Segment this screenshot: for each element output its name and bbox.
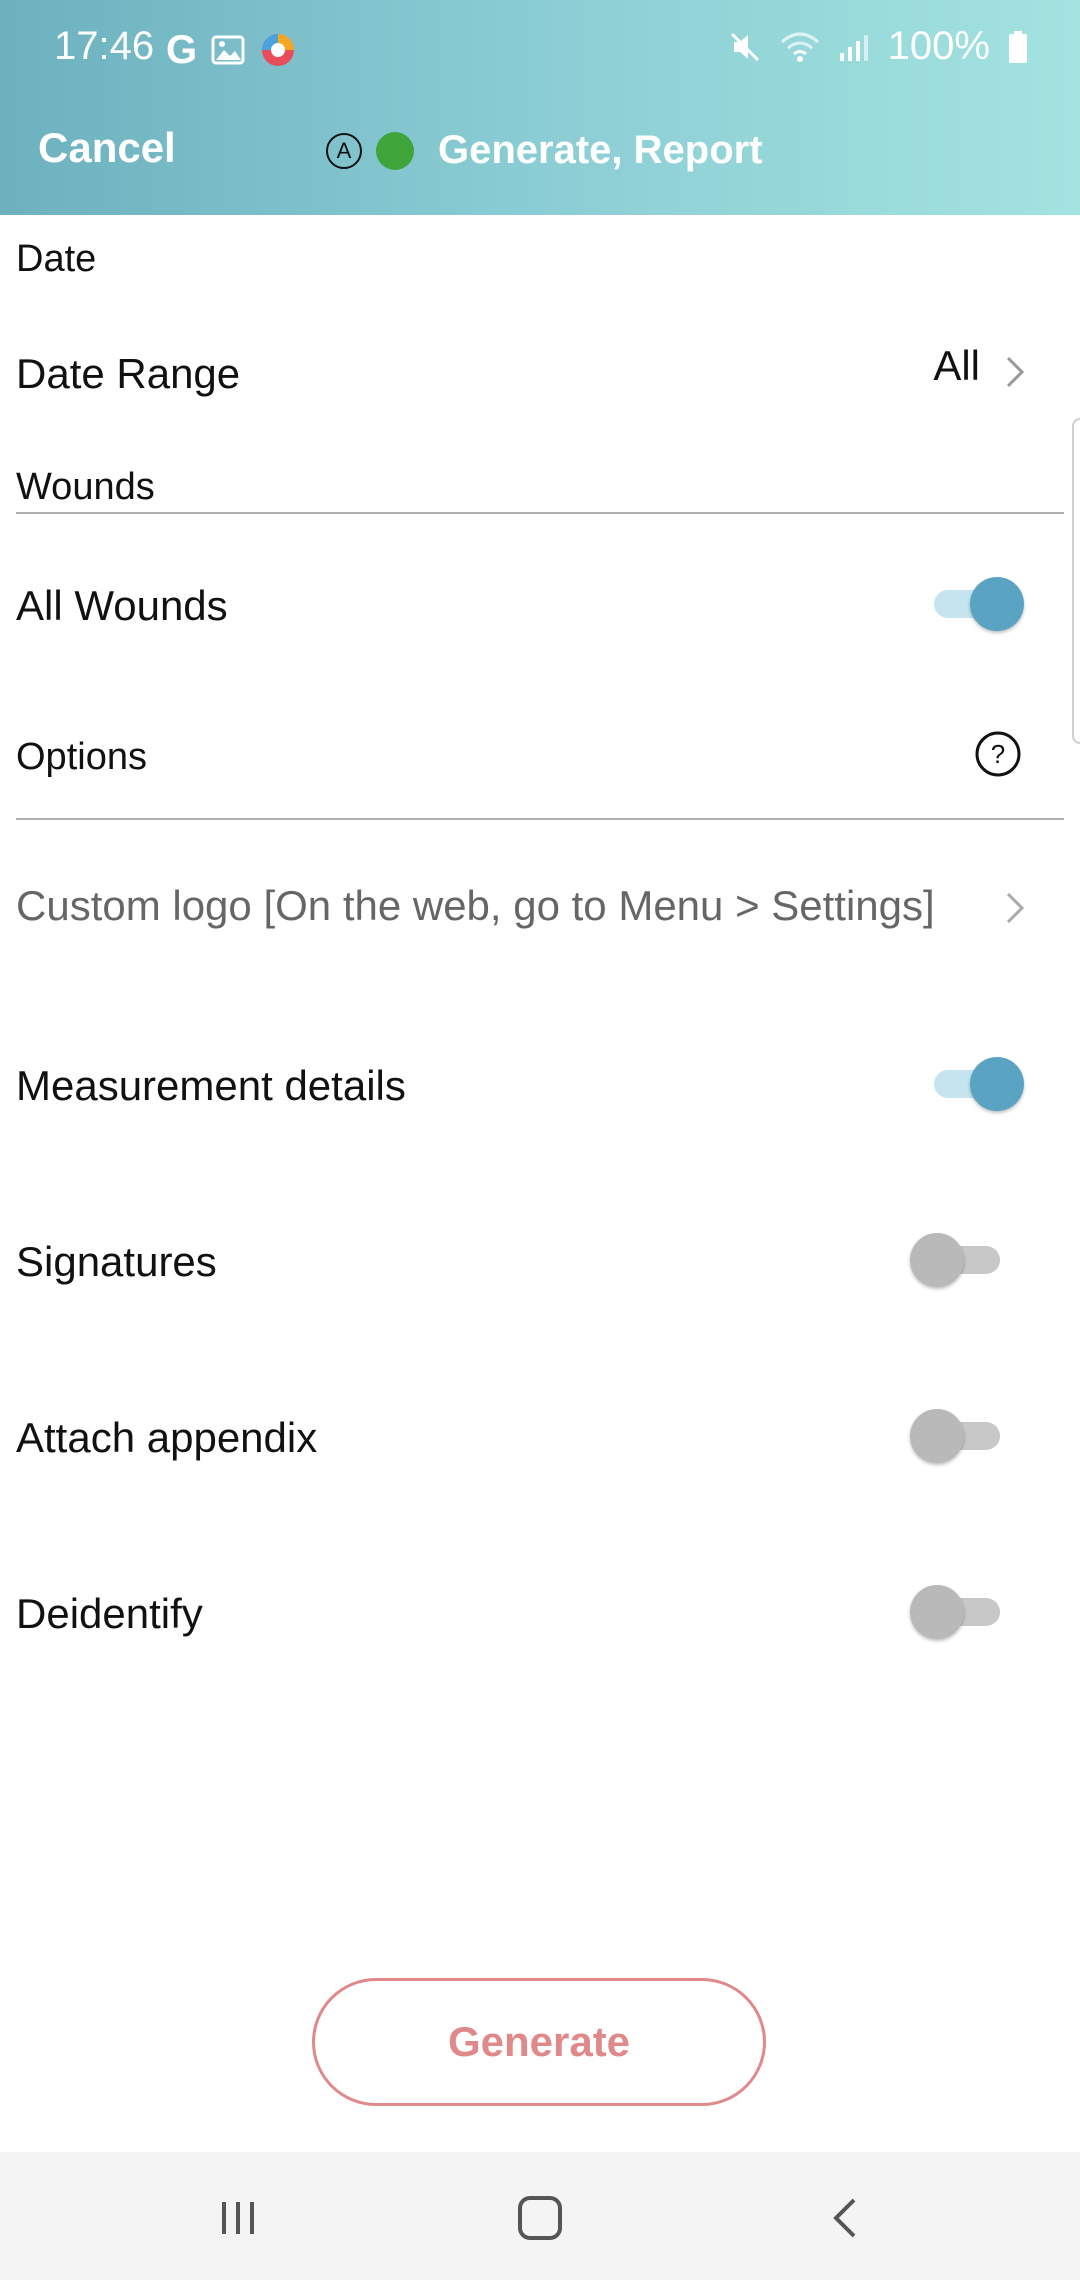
signal-icon [839, 34, 868, 61]
battery-icon [1009, 30, 1027, 63]
mute-icon [730, 32, 759, 61]
all-wounds-label: All Wounds [16, 582, 228, 629]
attach-appendix-label: Attach appendix [16, 1414, 318, 1461]
scrollbar[interactable] [1072, 418, 1080, 744]
back-icon[interactable] [826, 2196, 866, 2240]
status-right-icons: 100% [728, 24, 1028, 69]
status-left-icons: G [166, 28, 297, 72]
google-g-icon: G [166, 28, 198, 72]
recent-apps-icon[interactable] [218, 2198, 258, 2238]
signatures-toggle[interactable] [910, 1230, 1010, 1290]
svg-text:?: ? [991, 739, 1005, 769]
date-range-value: All [933, 342, 980, 389]
app-icon [262, 34, 295, 66]
battery-percent: 100% [887, 24, 990, 68]
app-header: 17:46 G 100% Cancel A Generate, Report [0, 0, 1080, 215]
divider [16, 512, 1064, 514]
toolbar-title-group: A Generate, Report [326, 128, 763, 173]
date-range-label: Date Range [16, 350, 241, 397]
date-range-row[interactable]: Date Range [0, 310, 1060, 430]
status-bar: 17:46 G 100% [0, 0, 1080, 100]
deidentify-toggle[interactable] [910, 1582, 1010, 1642]
signatures-label: Signatures [16, 1238, 217, 1285]
wifi-icon [780, 32, 819, 62]
wounds-section-header: Wounds [16, 466, 155, 508]
system-nav-bar [0, 2152, 1080, 2280]
divider [16, 818, 1064, 820]
attach-appendix-toggle[interactable] [910, 1406, 1010, 1466]
deidentify-label: Deidentify [16, 1590, 203, 1637]
all-wounds-toggle[interactable] [924, 574, 1024, 634]
help-icon[interactable]: ? [974, 730, 1022, 778]
cancel-button[interactable]: Cancel [38, 124, 176, 172]
measurement-details-label: Measurement details [16, 1062, 406, 1109]
image-icon [211, 35, 245, 65]
page-title: Generate, Report [438, 128, 763, 172]
home-icon[interactable] [518, 2196, 562, 2240]
options-section-header: Options [16, 736, 147, 778]
measurement-details-toggle[interactable] [924, 1054, 1024, 1114]
status-time: 17:46 [54, 24, 155, 68]
date-section-header: Date [16, 238, 97, 280]
generate-button[interactable]: Generate [312, 1978, 766, 2106]
status-dot [376, 131, 414, 170]
badge-a-icon: A [326, 132, 362, 169]
chevron-right-icon [1006, 356, 1025, 388]
chevron-right-icon [1006, 892, 1025, 924]
custom-logo-label[interactable]: Custom logo [On the web, go to Menu > Se… [16, 882, 935, 930]
